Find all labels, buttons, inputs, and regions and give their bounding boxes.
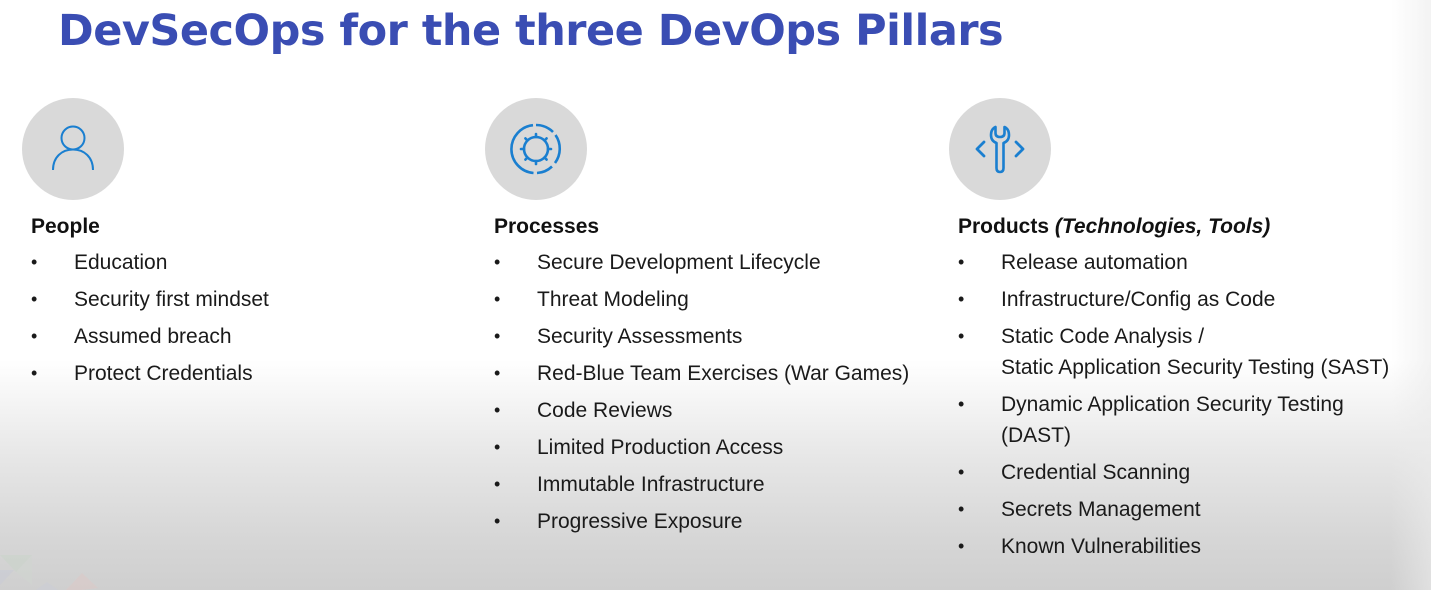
list-item-text: Limited Production Access bbox=[537, 436, 784, 459]
pillar-item-list: • Education • Security first mindset • Assu… bbox=[22, 247, 269, 389]
bullet-icon: • bbox=[494, 437, 501, 457]
list-item: • Education bbox=[31, 247, 269, 278]
person-icon bbox=[52, 125, 94, 171]
list-item-text-continued: (DAST) bbox=[1001, 424, 1071, 447]
list-item: • Immutable Infrastructure bbox=[494, 469, 909, 500]
bullet-icon: • bbox=[494, 400, 501, 420]
list-item: • Progressive Exposure bbox=[494, 506, 909, 537]
list-item-text: Red-Blue Team Exercises (War Games) bbox=[537, 362, 910, 385]
bullet-icon: • bbox=[958, 499, 965, 519]
list-item-text: Release automation bbox=[1001, 251, 1188, 274]
bullet-icon: • bbox=[958, 252, 965, 272]
bullet-icon: • bbox=[958, 326, 965, 346]
pillar-heading-text: Processes bbox=[494, 215, 600, 238]
wrench-code-icon bbox=[975, 125, 1025, 174]
list-item-text: Threat Modeling bbox=[537, 288, 689, 311]
list-item-text-continued: Static Application Security Testing (SAS… bbox=[1001, 356, 1390, 379]
list-item-text: Dynamic Application Security Testing bbox=[1001, 393, 1344, 416]
bullet-icon: • bbox=[494, 511, 501, 531]
list-item-text: Secrets Management bbox=[1001, 498, 1201, 521]
pillar-item-list: • Secure Development Lifecycle • Threat Mo… bbox=[485, 247, 909, 537]
pillar-heading-text: People bbox=[31, 215, 100, 238]
list-item: • Threat Modeling bbox=[494, 284, 909, 315]
list-item-text: Static Code Analysis / bbox=[1001, 325, 1205, 348]
list-item-text: Secure Development Lifecycle bbox=[537, 251, 821, 274]
bullet-icon: • bbox=[31, 326, 38, 346]
list-item: • Secrets Management bbox=[958, 494, 1389, 525]
slide-edge-shade bbox=[1391, 0, 1431, 590]
list-item-text: Code Reviews bbox=[537, 399, 673, 422]
pillar-heading: Products (Technologies, Tools) bbox=[958, 213, 1389, 241]
bullet-icon: • bbox=[494, 363, 501, 383]
list-item: • Credential Scanning bbox=[958, 457, 1389, 488]
list-item: • Secure Development Lifecycle bbox=[494, 247, 909, 278]
list-item: • Infrastructure/Config as Code bbox=[958, 284, 1389, 315]
list-item-text: Security Assessments bbox=[537, 325, 743, 348]
bullet-icon: • bbox=[494, 326, 501, 346]
bullet-icon: • bbox=[958, 394, 965, 414]
pillar-item-list: • Release automation • Infrastructure/Conf… bbox=[949, 247, 1389, 562]
pillar-icon-circle bbox=[22, 98, 124, 200]
bullet-icon: • bbox=[494, 289, 501, 309]
list-item: • Security Assessments bbox=[494, 321, 909, 352]
bullet-icon: • bbox=[958, 462, 965, 482]
list-item-text: Education bbox=[74, 251, 168, 274]
pillar-heading: Processes bbox=[494, 213, 909, 241]
list-item: • Release automation bbox=[958, 247, 1389, 278]
gear-cycle-icon bbox=[510, 123, 562, 175]
pillar-heading-text: Products bbox=[958, 215, 1050, 238]
list-item: • Red-Blue Team Exercises (War Games) bbox=[494, 358, 909, 389]
list-item-text: Assumed breach bbox=[74, 325, 232, 348]
bullet-icon: • bbox=[958, 536, 965, 556]
bullet-icon: • bbox=[494, 474, 501, 494]
list-item-text: Known Vulnerabilities bbox=[1001, 535, 1202, 558]
bullet-icon: • bbox=[958, 289, 965, 309]
list-item-text: Immutable Infrastructure bbox=[537, 473, 765, 496]
list-item: • Static Code Analysis / Static Applicatio… bbox=[958, 321, 1389, 383]
bullet-icon: • bbox=[31, 252, 38, 272]
list-item: • Code Reviews bbox=[494, 395, 909, 426]
bullet-icon: • bbox=[494, 252, 501, 272]
pillar-products: Products (Technologies, Tools) • Release … bbox=[949, 98, 1389, 568]
slide-title: DevSecOps for the three DevOps Pillars bbox=[58, 6, 1004, 56]
pillar-heading-subtitle: (Technologies, Tools) bbox=[1054, 215, 1271, 238]
list-item: • Known Vulnerabilities bbox=[958, 531, 1389, 562]
decorative-triangles-graphic bbox=[0, 555, 98, 590]
pillar-heading: People bbox=[31, 213, 269, 241]
list-item: • Protect Credentials bbox=[31, 358, 269, 389]
list-item-text: Security first mindset bbox=[74, 288, 269, 311]
list-item-text: Credential Scanning bbox=[1001, 461, 1191, 484]
pillar-icon-circle bbox=[485, 98, 587, 200]
list-item-text: Protect Credentials bbox=[74, 362, 253, 385]
list-item-text: Progressive Exposure bbox=[537, 510, 743, 533]
list-item: • Security first mindset bbox=[31, 284, 269, 315]
list-item: • Dynamic Application Security Testing (DA… bbox=[958, 389, 1389, 451]
bullet-icon: • bbox=[31, 289, 38, 309]
bullet-icon: • bbox=[31, 363, 38, 383]
list-item-text: Infrastructure/Config as Code bbox=[1001, 288, 1276, 311]
pillar-processes: Processes • Secure Development Lifecycle … bbox=[485, 98, 909, 543]
list-item: • Limited Production Access bbox=[494, 432, 909, 463]
pillar-icon-circle bbox=[949, 98, 1051, 200]
list-item: • Assumed breach bbox=[31, 321, 269, 352]
pillar-people: People • Education • Security first mindse… bbox=[22, 98, 269, 395]
